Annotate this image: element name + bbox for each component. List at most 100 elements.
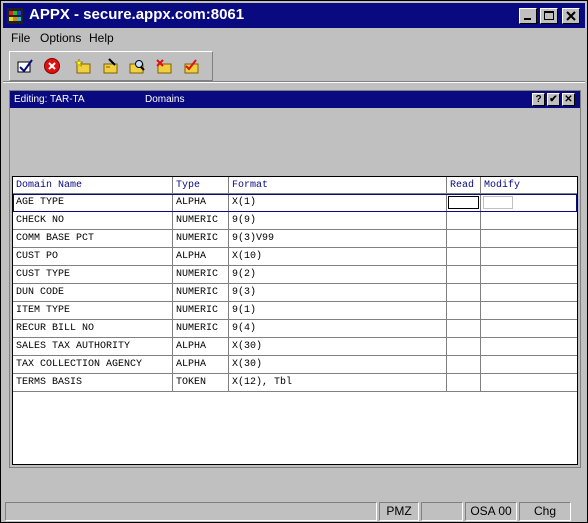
cell-read[interactable]	[447, 212, 481, 230]
cell-type: ALPHA	[173, 356, 229, 374]
cell-read[interactable]	[447, 302, 481, 320]
app-logo-icon	[7, 8, 23, 24]
change-record-icon	[103, 58, 118, 74]
app-window: APPX - secure.appx.com:8061 File Options…	[0, 0, 588, 523]
maximize-icon	[544, 11, 554, 20]
cell-domain-name: TAX COLLECTION AGENCY	[13, 356, 173, 374]
cell-read[interactable]	[447, 194, 481, 212]
cell-format: 9(4)	[229, 320, 447, 338]
title-bar[interactable]: APPX - secure.appx.com:8061	[3, 3, 585, 28]
cell-domain-name: TERMS BASIS	[13, 374, 173, 392]
close-button[interactable]	[562, 8, 580, 24]
cell-type: NUMERIC	[173, 302, 229, 320]
cell-read[interactable]	[447, 266, 481, 284]
cell-read[interactable]	[447, 356, 481, 374]
menu-bar: File Options Help	[3, 29, 585, 47]
menu-options[interactable]: Options	[40, 31, 81, 45]
status-application: OSA 00	[465, 502, 517, 521]
cell-domain-name: DUN CODE	[13, 284, 173, 302]
cell-format: 9(9)	[229, 212, 447, 230]
status-message	[5, 502, 377, 521]
cell-domain-name: COMM BASE PCT	[13, 230, 173, 248]
cell-read[interactable]	[447, 338, 481, 356]
status-bar: PMZ OSA 00 Chg	[3, 502, 585, 521]
cell-modify[interactable]	[481, 356, 577, 374]
cell-modify[interactable]	[481, 338, 577, 356]
maximize-button[interactable]	[540, 8, 558, 24]
cell-modify[interactable]	[481, 266, 577, 284]
editor-title-bar: Editing: TAR-TA Domains ? ✔ ✕	[10, 91, 580, 108]
cell-type: ALPHA	[173, 338, 229, 356]
toolbar-divider	[3, 81, 585, 83]
select-record-icon	[184, 59, 199, 74]
cell-domain-name: AGE TYPE	[13, 194, 173, 212]
cell-modify[interactable]	[481, 230, 577, 248]
cell-format: 9(3)	[229, 284, 447, 302]
cell-modify[interactable]	[481, 320, 577, 338]
add-record-button[interactable]	[72, 56, 94, 76]
panel-close-button[interactable]: ✕	[562, 93, 575, 106]
cell-domain-name: CUST TYPE	[13, 266, 173, 284]
cell-type: NUMERIC	[173, 266, 229, 284]
cell-modify[interactable]	[481, 302, 577, 320]
inquire-record-button[interactable]	[126, 56, 148, 76]
ok-check-icon	[17, 59, 33, 73]
ok-check-button[interactable]	[14, 56, 36, 76]
cell-format: X(30)	[229, 356, 447, 374]
column-header-type[interactable]: Type	[173, 177, 229, 194]
help-button[interactable]: ?	[532, 93, 545, 106]
editor-panel: Editing: TAR-TA Domains ? ✔ ✕ Domain Nam…	[9, 90, 581, 468]
read-checkbox[interactable]	[448, 196, 479, 209]
cell-type: ALPHA	[173, 194, 229, 212]
minimize-icon	[524, 18, 531, 20]
cell-type: NUMERIC	[173, 320, 229, 338]
cell-domain-name: CUST PO	[13, 248, 173, 266]
cell-modify[interactable]	[481, 248, 577, 266]
cell-type: NUMERIC	[173, 284, 229, 302]
column-header-modify[interactable]: Modify	[481, 177, 577, 194]
window-title: APPX - secure.appx.com:8061	[29, 6, 245, 23]
cell-modify[interactable]	[481, 374, 577, 392]
cell-format: 9(3)V99	[229, 230, 447, 248]
cell-read[interactable]	[447, 284, 481, 302]
cancel-icon	[44, 58, 60, 74]
cell-type: ALPHA	[173, 248, 229, 266]
modify-checkbox[interactable]	[483, 196, 513, 209]
cell-read[interactable]	[447, 320, 481, 338]
status-blank	[421, 502, 463, 521]
status-user: PMZ	[379, 502, 419, 521]
toolbar	[9, 51, 213, 81]
delete-record-button[interactable]	[153, 56, 175, 76]
cell-modify[interactable]	[481, 212, 577, 230]
select-record-button[interactable]	[180, 56, 202, 76]
menu-file[interactable]: File	[11, 31, 30, 45]
menu-help[interactable]: Help	[89, 31, 114, 45]
cell-format: X(1)	[229, 194, 447, 212]
column-header-read[interactable]: Read	[447, 177, 481, 194]
cell-format: X(30)	[229, 338, 447, 356]
cell-read[interactable]	[447, 248, 481, 266]
inquire-record-icon	[129, 60, 145, 74]
column-header-format[interactable]: Format	[229, 177, 447, 194]
cell-read[interactable]	[447, 230, 481, 248]
cell-format: 9(2)	[229, 266, 447, 284]
domains-table: Domain Name Type Format Read Modify AGE …	[12, 176, 578, 465]
change-record-button[interactable]	[99, 56, 121, 76]
column-header-domain-name[interactable]: Domain Name	[13, 177, 173, 194]
cell-modify[interactable]	[481, 284, 577, 302]
cell-domain-name: ITEM TYPE	[13, 302, 173, 320]
cell-format: 9(1)	[229, 302, 447, 320]
cell-type: NUMERIC	[173, 212, 229, 230]
cell-format: X(12), Tbl	[229, 374, 447, 392]
minimize-button[interactable]	[519, 8, 537, 24]
cell-type: TOKEN	[173, 374, 229, 392]
cell-format: X(10)	[229, 248, 447, 266]
cell-modify[interactable]	[481, 194, 577, 212]
cell-read[interactable]	[447, 374, 481, 392]
ok-button[interactable]: ✔	[547, 93, 560, 106]
editing-label: Editing: TAR-TA	[14, 94, 85, 105]
cell-domain-name: CHECK NO	[13, 212, 173, 230]
cancel-button[interactable]	[41, 56, 63, 76]
close-icon	[566, 11, 576, 21]
section-label: Domains	[145, 94, 185, 105]
